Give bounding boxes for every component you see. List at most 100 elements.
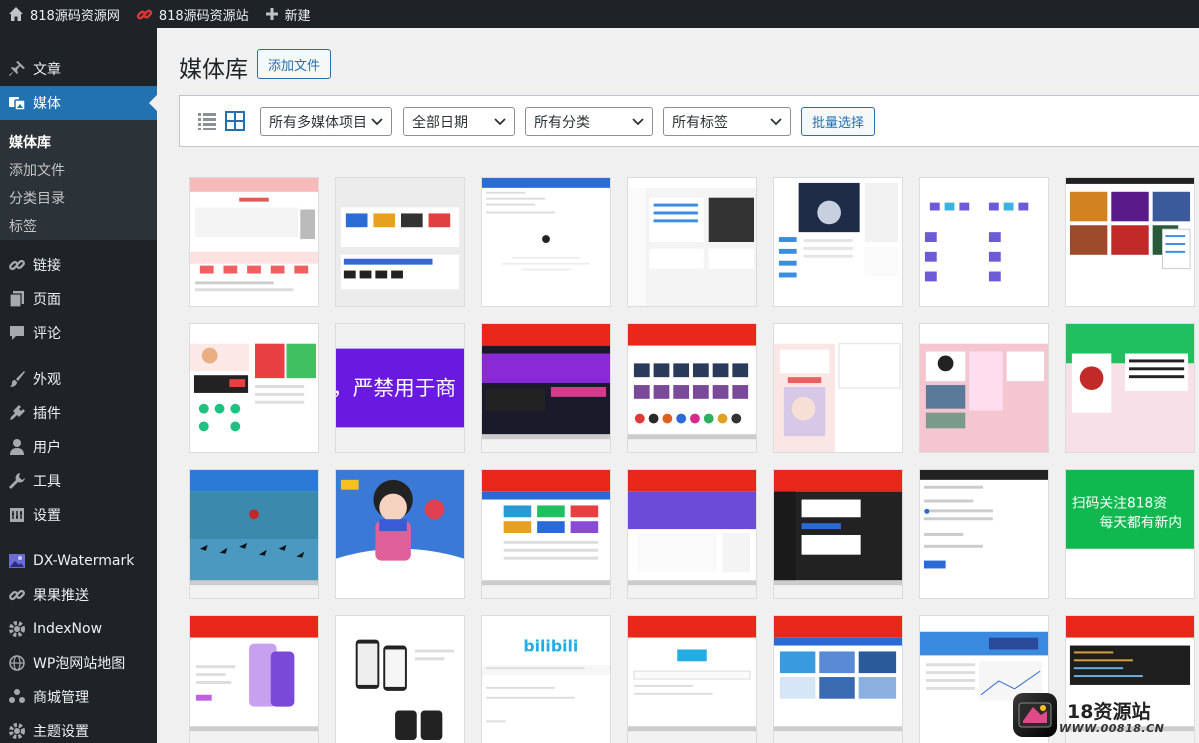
media-thumbnail[interactable] xyxy=(481,177,611,307)
sidebar-item-label: 主题设置 xyxy=(33,724,89,740)
sidebar-item-posts[interactable]: 文章 xyxy=(0,52,157,86)
user-icon xyxy=(0,438,33,456)
sidebar-item-label: 媒体 xyxy=(33,96,61,112)
sidebar-item-tools[interactable]: 工具 xyxy=(0,464,157,498)
sidebar-item-appearance[interactable]: 外观 xyxy=(0,362,157,396)
media-thumbnail[interactable] xyxy=(335,469,465,599)
sidebar-item-sitemap[interactable]: WP泡网站地图 xyxy=(0,646,157,680)
sidebar-item-label: 页面 xyxy=(33,292,61,308)
sidebar-item-dx-watermark[interactable]: DX-Watermark xyxy=(0,544,157,578)
gear-icon xyxy=(0,620,33,638)
media-thumbnail[interactable]: bilibili xyxy=(481,615,611,743)
sidebar-item-users[interactable]: 用户 xyxy=(0,430,157,464)
chevron-down-icon xyxy=(371,118,383,126)
sidebar-item-shop[interactable]: 商城管理 xyxy=(0,680,157,714)
sidebar-item-label: 果果推送 xyxy=(33,588,89,604)
sidebar-item-indexnow[interactable]: IndexNow xyxy=(0,612,157,646)
media-thumbnail[interactable] xyxy=(773,615,903,743)
tag-value: 所有标签 xyxy=(672,114,728,131)
media-thumbnail[interactable] xyxy=(335,177,465,307)
media-thumbnail[interactable] xyxy=(773,469,903,599)
sidebar-item-links[interactable]: 链接 xyxy=(0,248,157,282)
sidebar-item-pages[interactable]: 页面 xyxy=(0,282,157,316)
media-thumbnail[interactable] xyxy=(627,615,757,743)
sidebar-item-settings[interactable]: 设置 xyxy=(0,498,157,532)
media-thumbnail[interactable] xyxy=(481,469,611,599)
list-view-icon[interactable] xyxy=(197,111,217,131)
media-type-select[interactable]: 所有多媒体项目 xyxy=(260,107,392,136)
adminbar-new-label: 新建 xyxy=(284,8,311,24)
submenu-item-tags[interactable]: 标签 xyxy=(9,216,37,236)
settings-icon xyxy=(0,506,33,524)
tag-select[interactable]: 所有标签 xyxy=(663,107,791,136)
media-grid: ，严禁用于商 扫码关注818资 每天都有新内 bilibili xyxy=(179,167,1199,743)
bulk-select-button[interactable]: 批量选择 xyxy=(801,107,875,136)
green-banner-line2: 每天都有新内 xyxy=(1099,515,1182,531)
plus-icon xyxy=(265,8,278,20)
sidebar-item-label: 商城管理 xyxy=(33,690,89,706)
wrench-icon xyxy=(0,472,33,490)
gear-icon xyxy=(0,722,33,740)
brush-icon xyxy=(0,370,33,388)
media-thumbnail[interactable] xyxy=(1065,323,1195,453)
media-thumbnail[interactable] xyxy=(189,469,319,599)
media-thumbnail[interactable]: ，严禁用于商 xyxy=(335,323,465,453)
chevron-down-icon xyxy=(632,118,644,126)
media-thumbnail[interactable] xyxy=(627,323,757,453)
globe-icon xyxy=(0,654,33,672)
admin-bar: 818源码资源网 818源码资源站 新建 xyxy=(0,0,1199,28)
media-thumbnail[interactable]: 扫码关注818资每天都有新内 xyxy=(1065,469,1195,599)
group-icon xyxy=(0,688,33,706)
adminbar-new[interactable]: 新建 xyxy=(257,0,319,28)
submenu-item-add-file[interactable]: 添加文件 xyxy=(9,160,65,180)
category-select[interactable]: 所有分类 xyxy=(525,107,653,136)
sidebar-item-label: 外观 xyxy=(33,372,61,388)
media-thumbnail[interactable] xyxy=(627,469,757,599)
media-thumbnail[interactable] xyxy=(189,323,319,453)
watermark-logo xyxy=(1013,693,1057,737)
media-toolbar: 所有多媒体项目 全部日期 所有分类 所有标签 批量选择 xyxy=(179,95,1199,147)
sidebar-item-theme-settings[interactable]: 主题设置 xyxy=(0,714,157,743)
add-file-button[interactable]: 添加文件 xyxy=(257,49,331,79)
media-thumbnail[interactable] xyxy=(773,323,903,453)
sidebar-item-label: 设置 xyxy=(33,508,61,524)
adminbar-site-home[interactable]: 818源码资源网 xyxy=(0,0,128,28)
submenu-item-categories[interactable]: 分类目录 xyxy=(9,188,65,208)
media-thumbnail[interactable] xyxy=(481,323,611,453)
media-thumbnail[interactable] xyxy=(189,615,319,743)
page-title: 媒体库 xyxy=(179,57,248,83)
date-select[interactable]: 全部日期 xyxy=(403,107,515,136)
media-thumbnail[interactable] xyxy=(189,177,319,307)
sidebar-item-label: 工具 xyxy=(33,474,61,490)
link-icon xyxy=(0,586,33,604)
green-banner-line1: 扫码关注818资 xyxy=(1072,495,1167,511)
chevron-down-icon xyxy=(770,118,782,126)
media-thumbnail[interactable] xyxy=(335,615,465,743)
adminbar-site-label: 818源码资源网 xyxy=(30,8,120,24)
sidebar-item-label: WP泡网站地图 xyxy=(33,656,126,672)
category-value: 所有分类 xyxy=(534,114,590,131)
submenu-item-library[interactable]: 媒体库 xyxy=(9,132,51,152)
watermark-name: 18资源站 xyxy=(1067,701,1151,723)
sidebar-item-plugins[interactable]: 插件 xyxy=(0,396,157,430)
media-thumbnail[interactable] xyxy=(919,177,1049,307)
plugin-icon xyxy=(0,404,33,422)
media-thumbnail[interactable] xyxy=(627,177,757,307)
grid-view-icon[interactable] xyxy=(225,111,245,131)
bilibili-logo-text: bilibili xyxy=(523,636,578,655)
media-thumbnail[interactable] xyxy=(919,469,1049,599)
media-thumbnail[interactable] xyxy=(919,323,1049,453)
link-icon xyxy=(0,256,33,274)
image-icon xyxy=(0,552,33,570)
sidebar-item-push[interactable]: 果果推送 xyxy=(0,578,157,612)
sidebar-item-comments[interactable]: 评论 xyxy=(0,316,157,350)
adminbar-site-link[interactable]: 818源码资源站 xyxy=(128,0,257,28)
sidebar-item-media[interactable]: 媒体 xyxy=(0,86,157,120)
sidebar-item-label: 评论 xyxy=(33,326,61,342)
sidebar-item-label: DX-Watermark xyxy=(33,553,135,569)
media-thumbnail[interactable] xyxy=(773,177,903,307)
media-thumbnail[interactable] xyxy=(1065,177,1195,307)
sidebar-item-label: IndexNow xyxy=(33,621,103,637)
admin-sidebar: 文章 媒体 媒体库 添加文件 分类目录 标签 链接 页面 评论 外观 插件 用户… xyxy=(0,28,157,743)
purple-banner-text: ，严禁用于商 xyxy=(336,376,456,400)
